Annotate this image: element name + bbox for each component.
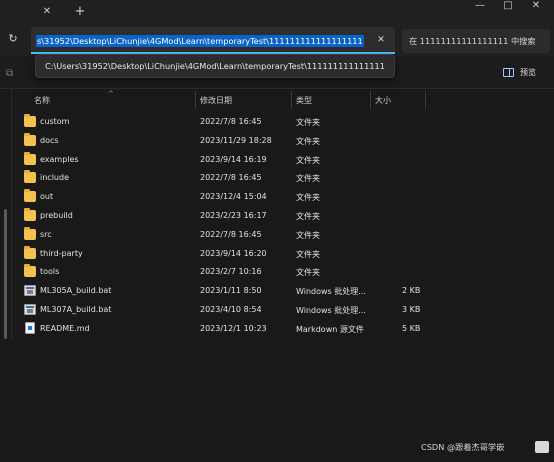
file-list-pane: 名称 ^ 修改日期 类型 大小 custom 2022/7/8 16:45 文件夹 d… xyxy=(0,89,554,462)
folder-icon xyxy=(24,264,36,278)
column-divider[interactable] xyxy=(291,91,292,109)
folder-row[interactable]: tools 2023/2/7 10:16 文件夹 xyxy=(18,263,428,282)
column-header-name[interactable]: 名称 ^ xyxy=(34,90,184,109)
file-name: examples xyxy=(40,154,79,164)
clear-address-icon[interactable]: ✕ xyxy=(375,34,387,46)
file-type: 文件夹 xyxy=(296,155,320,165)
folder-row[interactable]: include 2022/7/8 16:45 文件夹 xyxy=(18,169,428,188)
batch-file-icon xyxy=(24,285,36,297)
file-type: 文件夹 xyxy=(296,174,320,184)
suggestion-path[interactable]: C:\Users\31952\Desktop\LiChunjie\4GMod\L… xyxy=(45,61,385,71)
copy-icon[interactable]: ⧉ xyxy=(6,68,18,80)
file-name: docs xyxy=(40,135,59,145)
navigation-pane xyxy=(0,89,12,339)
folder-icon xyxy=(24,114,36,127)
file-modified: 2023/4/10 8:54 xyxy=(200,305,262,314)
folder-row[interactable]: docs 2023/11/29 18:28 文件夹 xyxy=(18,132,428,151)
search-input[interactable]: 在 11111111111111111 中搜索 xyxy=(402,29,550,53)
watermark: CSDN @跟着杰哥学嵌 xyxy=(421,442,505,452)
folder-icon xyxy=(24,189,36,203)
search-placeholder: 在 11111111111111111 中搜索 xyxy=(409,36,536,46)
folder-icon xyxy=(24,208,36,221)
file-row[interactable]: ML307A_build.bat 2023/4/10 8:54 Windows 批处… xyxy=(18,301,428,320)
file-modified: 2023/11/29 18:28 xyxy=(200,135,272,145)
file-name: src xyxy=(40,229,52,239)
file-type: Windows 批处理... xyxy=(296,287,366,297)
file-type: Markdown 源文件 xyxy=(296,324,364,334)
file-modified: 2022/7/8 16:45 xyxy=(200,229,262,239)
column-name-label: 名称 xyxy=(34,96,50,105)
file-type: 文件夹 xyxy=(296,212,320,221)
file-name: ML307A_build.bat xyxy=(40,305,112,314)
file-name: custom xyxy=(40,117,70,126)
file-size: 2 KB xyxy=(402,286,421,296)
file-type: 文件夹 xyxy=(296,249,320,259)
file-name: README.md xyxy=(40,323,90,333)
column-divider[interactable] xyxy=(370,91,371,109)
preview-label: 预览 xyxy=(520,68,536,77)
folder-icon xyxy=(24,132,36,146)
file-name: include xyxy=(40,173,69,183)
file-modified: 2023/2/23 16:17 xyxy=(200,211,267,220)
file-modified: 2023/9/14 16:20 xyxy=(200,248,267,258)
folder-row[interactable]: src 2022/7/8 16:45 文件夹 xyxy=(18,226,428,245)
file-name: tools xyxy=(40,267,60,277)
new-tab-icon[interactable]: + xyxy=(72,4,88,20)
file-name: out xyxy=(40,192,54,202)
folder-icon xyxy=(24,245,36,259)
folder-row[interactable]: prebuild 2023/2/23 16:17 文件夹 xyxy=(18,207,428,226)
batch-file-icon xyxy=(24,304,36,315)
file-modified: 2023/12/1 10:23 xyxy=(200,323,267,333)
folder-row[interactable]: examples 2023/9/14 16:19 文件夹 xyxy=(18,151,428,170)
maximize-icon[interactable]: □ xyxy=(494,0,522,14)
file-modified: 2022/7/8 16:45 xyxy=(200,117,262,126)
address-suggestion[interactable]: C:\Users\31952\Desktop\LiChunjie\4GMod\L… xyxy=(35,54,395,78)
scrollbar-thumb[interactable] xyxy=(4,209,7,339)
folder-icon xyxy=(24,226,36,240)
address-input[interactable]: s\31952\Desktop\LiChunjie\4GMod\Learn\te… xyxy=(31,27,395,54)
file-type: 文件夹 xyxy=(296,136,320,146)
file-modified: 2023/2/7 10:16 xyxy=(200,267,262,277)
file-type: 文件夹 xyxy=(296,268,320,278)
folder-icon xyxy=(24,151,36,165)
column-header-type[interactable]: 类型 xyxy=(296,95,312,109)
minimize-icon[interactable]: — xyxy=(466,0,494,14)
folder-row[interactable]: custom 2022/7/8 16:45 文件夹 xyxy=(18,113,428,132)
column-divider[interactable] xyxy=(195,91,196,109)
file-type: 文件夹 xyxy=(296,230,320,240)
address-row: ↻ s\31952\Desktop\LiChunjie\4GMod\Learn\… xyxy=(0,24,554,56)
file-type: 文件夹 xyxy=(296,118,320,127)
file-type: 文件夹 xyxy=(296,193,320,203)
file-name: prebuild xyxy=(40,211,73,220)
refresh-icon[interactable]: ↻ xyxy=(6,32,20,46)
file-name: ML305A_build.bat xyxy=(40,286,112,296)
column-header-size[interactable]: 大小 xyxy=(375,95,391,109)
file-type: Windows 批处理... xyxy=(296,306,366,315)
folder-row[interactable]: third-party 2023/9/14 16:20 文件夹 xyxy=(18,245,428,264)
tab-close-icon[interactable]: ✕ xyxy=(40,5,54,19)
file-size: 5 KB xyxy=(402,323,421,333)
file-modified: 2023/9/14 16:19 xyxy=(200,154,267,164)
file-modified: 2022/7/8 16:45 xyxy=(200,173,262,183)
folder-row[interactable]: out 2023/12/4 15:04 文件夹 xyxy=(18,188,428,207)
file-size: 3 KB xyxy=(402,305,421,314)
folder-icon xyxy=(24,170,36,184)
markdown-file-icon xyxy=(25,321,35,334)
file-row[interactable]: README.md 2023/12/1 10:23 Markdown 源文件 5 KB xyxy=(18,320,428,339)
preview-pane-icon xyxy=(503,68,514,77)
window-close-icon[interactable]: ✕ xyxy=(522,0,550,14)
title-bar: ✕ + — □ ✕ xyxy=(0,0,554,24)
file-modified: 2023/12/4 15:04 xyxy=(200,192,267,202)
file-modified: 2023/1/11 8:50 xyxy=(200,286,262,296)
column-header-modified[interactable]: 修改日期 xyxy=(200,95,232,109)
column-divider[interactable] xyxy=(425,91,426,109)
file-name: third-party xyxy=(40,248,83,258)
preview-button[interactable]: 预览 xyxy=(503,67,547,81)
address-value[interactable]: s\31952\Desktop\LiChunjie\4GMod\Learn\te… xyxy=(36,35,364,47)
watermark-badge xyxy=(535,441,549,453)
sort-ascending-icon: ^ xyxy=(108,90,114,98)
file-row[interactable]: ML305A_build.bat 2023/1/11 8:50 Windows 批处… xyxy=(18,282,428,301)
